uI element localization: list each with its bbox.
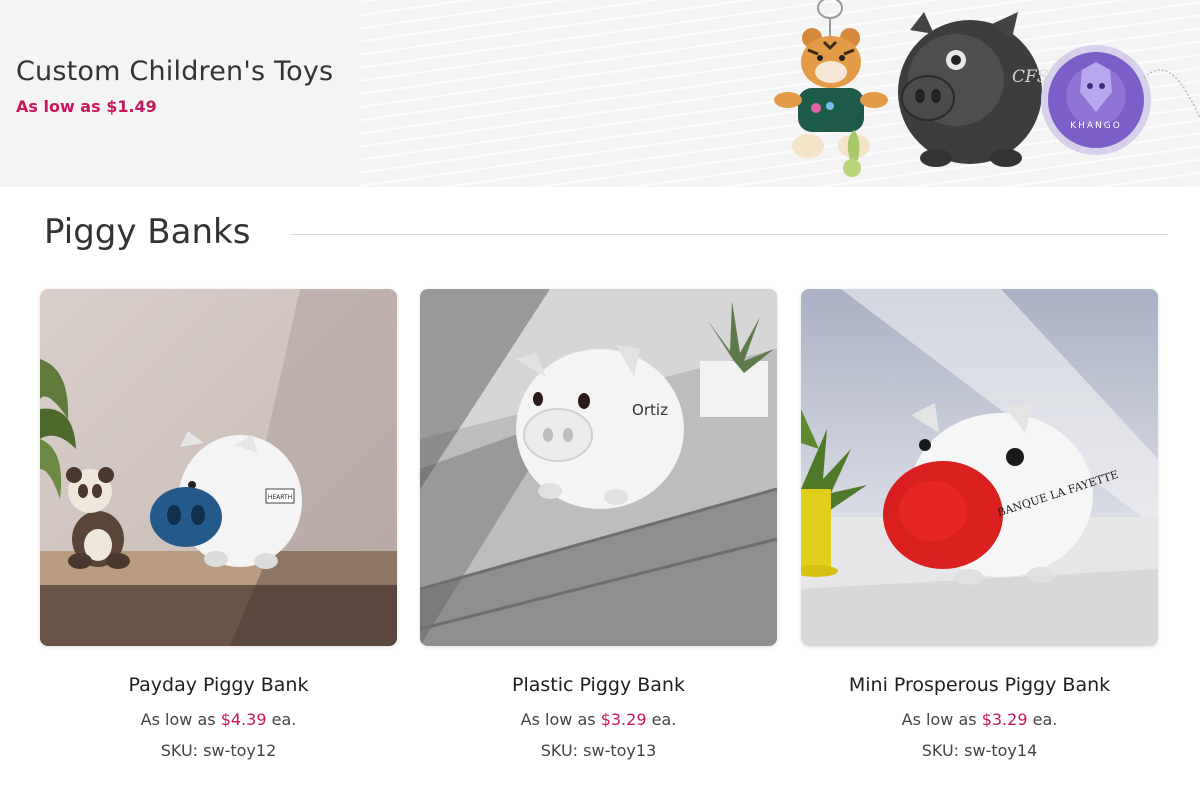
- product-name[interactable]: Plastic Piggy Bank: [420, 674, 777, 696]
- yoyo-image: KHANGO: [1041, 45, 1200, 155]
- price-amount: $3.29: [981, 710, 1028, 729]
- product-card-plastic-piggy-bank[interactable]: Ortiz Plastic Piggy Bank As low as $3.29…: [420, 289, 777, 769]
- product-card-payday-piggy-bank[interactable]: HEARTH Payday Piggy Bank As low as $4.39…: [40, 289, 397, 769]
- hero-title: Custom Children's Toys: [16, 56, 334, 87]
- product-sku: SKU: sw-toy13: [540, 741, 657, 760]
- bank-logo-text: CFS: [1012, 67, 1048, 87]
- section-title: Piggy Banks: [44, 212, 251, 252]
- price-amount: $4.39: [220, 710, 267, 729]
- hero-banner: Custom Children's Toys As low as $1.49 C…: [0, 0, 1200, 187]
- yoyo-logo-text: KHANGO: [1070, 121, 1122, 131]
- price-suffix: ea.: [651, 710, 677, 729]
- product-sku: SKU: sw-toy12: [160, 741, 277, 760]
- price-prefix: As low as: [140, 710, 216, 729]
- price-suffix: ea.: [271, 710, 297, 729]
- product-card-mini-prosperous-piggy-bank[interactable]: BANQUE LA FAYETTE Mini Prosperous Piggy …: [801, 289, 1158, 769]
- product-image[interactable]: Ortiz: [420, 289, 777, 646]
- product-name[interactable]: Mini Prosperous Piggy Bank: [801, 674, 1158, 696]
- product-price: As low as $3.29 ea.: [801, 710, 1158, 729]
- price-prefix: As low as: [520, 710, 596, 729]
- hero-subtitle-prefix: As low as: [16, 97, 101, 116]
- dark-piggy-bank-image: CFS: [898, 12, 1048, 167]
- payday-piggy-bank-photo: HEARTH: [40, 289, 397, 646]
- product-price: As low as $4.39 ea.: [40, 710, 397, 729]
- plastic-piggy-bank-photo: Ortiz: [420, 289, 777, 646]
- payday-imprint-text: HEARTH: [268, 494, 292, 501]
- mini-prosperous-piggy-bank-photo: BANQUE LA FAYETTE: [801, 289, 1158, 646]
- price-amount: $3.29: [600, 710, 647, 729]
- price-prefix: As low as: [901, 710, 977, 729]
- price-suffix: ea.: [1032, 710, 1058, 729]
- product-image[interactable]: BANQUE LA FAYETTE: [801, 289, 1158, 646]
- product-price: As low as $3.29 ea.: [420, 710, 777, 729]
- hero-subtitle: As low as $1.49: [16, 97, 157, 116]
- tiger-plush-image: [774, 0, 888, 177]
- product-name[interactable]: Payday Piggy Bank: [40, 674, 397, 696]
- product-image[interactable]: HEARTH: [40, 289, 397, 646]
- product-sku: SKU: sw-toy14: [921, 741, 1038, 760]
- hero-subtitle-price: $1.49: [106, 97, 157, 116]
- plastic-imprint-text: Ortiz: [632, 401, 668, 419]
- hero-toys-image: CFS KHANGO: [774, 0, 1200, 177]
- section-divider: [290, 234, 1168, 235]
